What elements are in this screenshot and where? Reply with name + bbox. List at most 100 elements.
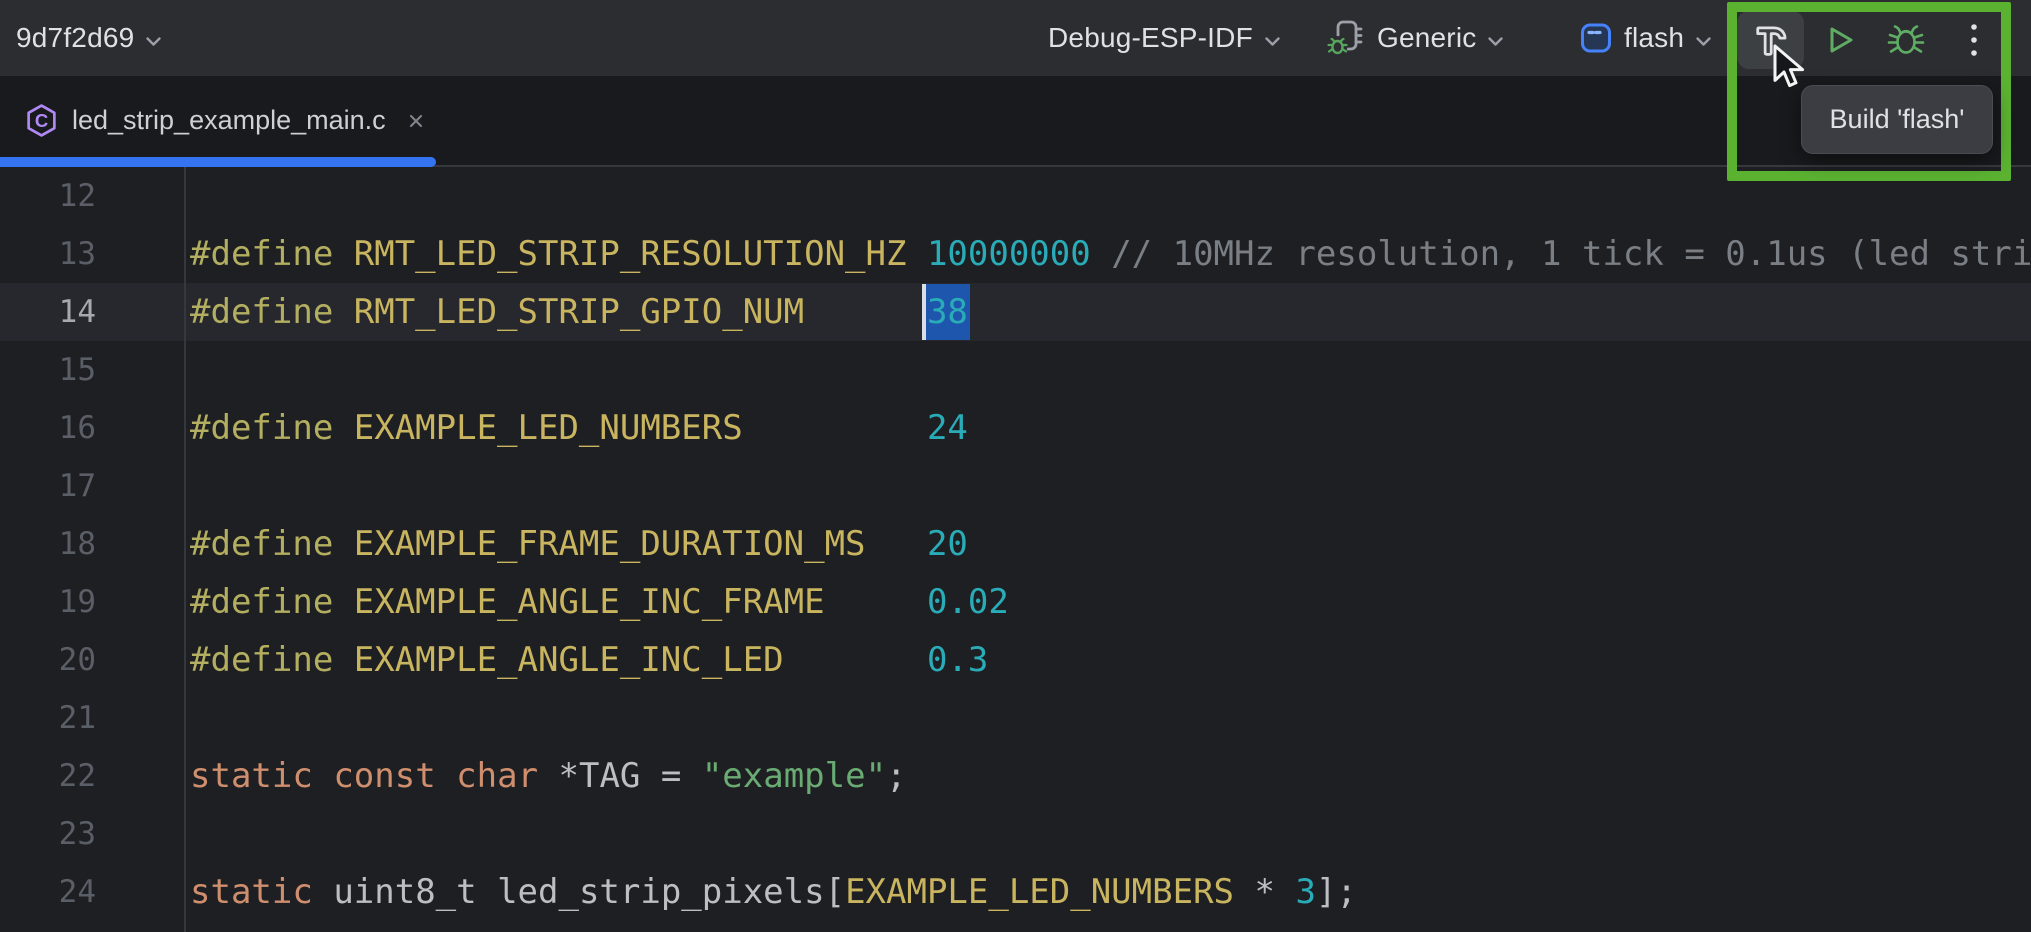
tab-close-icon[interactable] bbox=[405, 110, 427, 132]
code-token bbox=[1091, 234, 1111, 274]
code-line[interactable]: 12 bbox=[0, 167, 2031, 225]
project-selector[interactable]: 9d7f2d69 bbox=[16, 0, 162, 76]
code-token: led_strip_pixels[ bbox=[477, 872, 845, 912]
code-token bbox=[313, 872, 333, 912]
active-tab-indicator bbox=[0, 157, 436, 167]
code-token: char bbox=[456, 756, 538, 796]
code-token bbox=[313, 756, 333, 796]
code-token: EXAMPLE_FRAME_DURATION_MS bbox=[354, 524, 866, 564]
code-token: #define bbox=[190, 524, 354, 564]
code-token: #define bbox=[190, 582, 354, 622]
code-text: #define EXAMPLE_ANGLE_INC_FRAME 0.02 bbox=[190, 573, 1009, 631]
code-token: 24 bbox=[927, 408, 968, 448]
line-number[interactable]: 13 bbox=[0, 225, 96, 283]
chevron-down-icon bbox=[1695, 22, 1712, 54]
code-token bbox=[784, 640, 927, 680]
code-token bbox=[825, 582, 927, 622]
code-line[interactable]: 24 static uint8_t led_strip_pixels[EXAMPL… bbox=[0, 863, 2031, 921]
project-name: 9d7f2d69 bbox=[16, 22, 134, 54]
chevron-down-icon bbox=[1487, 22, 1504, 54]
code-token: EXAMPLE_LED_NUMBERS bbox=[354, 408, 743, 448]
code-line[interactable]: 18 #define EXAMPLE_FRAME_DURATION_MS 20 bbox=[0, 515, 2031, 573]
run-target-selector[interactable]: flash bbox=[1580, 0, 1712, 76]
code-token: EXAMPLE_ANGLE_INC_FRAME bbox=[354, 582, 825, 622]
tab-filename: led_strip_example_main.c bbox=[72, 105, 386, 136]
code-text: #define RMT_LED_STRIP_GPIO_NUM 38 bbox=[190, 283, 968, 341]
code-text: #define EXAMPLE_FRAME_DURATION_MS 20 bbox=[190, 515, 968, 573]
code-area: 1213 #define RMT_LED_STRIP_RESOLUTION_HZ … bbox=[0, 167, 2031, 921]
code-text: #define RMT_LED_STRIP_RESOLUTION_HZ 1000… bbox=[190, 225, 2031, 283]
line-number[interactable]: 16 bbox=[0, 399, 96, 457]
code-line[interactable]: 15 bbox=[0, 341, 2031, 399]
build-config-label: Debug-ESP-IDF bbox=[1048, 22, 1253, 54]
code-token bbox=[743, 408, 927, 448]
line-number[interactable]: 18 bbox=[0, 515, 96, 573]
more-actions-button[interactable] bbox=[1952, 13, 1996, 67]
code-token: 0.02 bbox=[927, 582, 1009, 622]
code-token: #define bbox=[190, 292, 354, 332]
code-text: #define EXAMPLE_LED_NUMBERS 24 bbox=[190, 399, 968, 457]
code-text: static const char *TAG = "example"; bbox=[190, 747, 907, 805]
bug-icon bbox=[1885, 19, 1927, 61]
line-number[interactable]: 21 bbox=[0, 689, 96, 747]
code-token: *TAG = bbox=[538, 756, 702, 796]
code-token: RMT_LED_STRIP_RESOLUTION_HZ bbox=[354, 234, 907, 274]
code-line[interactable]: 22 static const char *TAG = "example"; bbox=[0, 747, 2031, 805]
code-line[interactable]: 17 bbox=[0, 457, 2031, 515]
code-token bbox=[866, 524, 927, 564]
main-toolbar: 9d7f2d69 Debug-ESP-IDF Generic bbox=[0, 0, 2031, 76]
line-number[interactable]: 19 bbox=[0, 573, 96, 631]
cmake-target-icon bbox=[1580, 22, 1613, 55]
line-number[interactable]: 17 bbox=[0, 457, 96, 515]
code-token bbox=[804, 292, 927, 332]
svg-text:C: C bbox=[35, 110, 48, 131]
code-token: #define bbox=[190, 408, 354, 448]
kebab-menu-icon bbox=[1969, 21, 1979, 59]
code-token: RMT_LED_STRIP_GPIO_NUM bbox=[354, 292, 804, 332]
tab-led-strip-example-main[interactable]: C led_strip_example_main.c bbox=[0, 76, 453, 165]
code-token: const bbox=[333, 756, 435, 796]
chevron-down-icon bbox=[145, 22, 162, 54]
code-token: // 10MHz resolution, 1 tick = 0.1us (led… bbox=[1111, 234, 2031, 274]
tooltip-text: Build 'flash' bbox=[1830, 104, 1965, 135]
code-token: 20 bbox=[927, 524, 968, 564]
code-text: static uint8_t led_strip_pixels[EXAMPLE_… bbox=[190, 863, 1357, 921]
line-number[interactable]: 24 bbox=[0, 863, 96, 921]
line-number[interactable]: 14 bbox=[0, 283, 96, 341]
code-text: #define EXAMPLE_ANGLE_INC_LED 0.3 bbox=[190, 631, 988, 689]
line-number[interactable]: 20 bbox=[0, 631, 96, 689]
code-token: #define bbox=[190, 234, 354, 274]
build-config-selector[interactable]: Debug-ESP-IDF bbox=[1048, 0, 1281, 76]
editor-tab-bar: C led_strip_example_main.c bbox=[0, 76, 2031, 167]
play-icon bbox=[1822, 22, 1858, 58]
toolchain-label: Generic bbox=[1377, 22, 1476, 54]
toolchain-selector[interactable]: Generic bbox=[1326, 0, 1504, 76]
code-token: EXAMPLE_LED_NUMBERS bbox=[845, 872, 1234, 912]
c-file-icon: C bbox=[24, 103, 59, 138]
code-token: static bbox=[190, 872, 313, 912]
code-line[interactable]: 21 bbox=[0, 689, 2031, 747]
code-token: ]; bbox=[1316, 872, 1357, 912]
line-number[interactable]: 12 bbox=[0, 167, 96, 225]
code-line[interactable]: 20 #define EXAMPLE_ANGLE_INC_LED 0.3 bbox=[0, 631, 2031, 689]
code-token bbox=[906, 234, 926, 274]
run-button[interactable] bbox=[1815, 13, 1865, 67]
mouse-cursor bbox=[1772, 44, 1812, 95]
debug-button[interactable] bbox=[1878, 13, 1934, 67]
gutter-separator bbox=[184, 167, 186, 932]
code-line[interactable]: 16 #define EXAMPLE_LED_NUMBERS 24 bbox=[0, 399, 2031, 457]
run-target-label: flash bbox=[1624, 22, 1684, 54]
code-token: static bbox=[190, 756, 313, 796]
code-line[interactable]: 14 #define RMT_LED_STRIP_GPIO_NUM 38 bbox=[0, 283, 2031, 341]
code-line[interactable]: 13 #define RMT_LED_STRIP_RESOLUTION_HZ 10… bbox=[0, 225, 2031, 283]
line-number[interactable]: 15 bbox=[0, 341, 96, 399]
code-token: 0.3 bbox=[927, 640, 988, 680]
code-editor[interactable]: 1213 #define RMT_LED_STRIP_RESOLUTION_HZ … bbox=[0, 167, 2031, 932]
code-token: "example" bbox=[702, 756, 886, 796]
code-token: #define bbox=[190, 640, 354, 680]
code-line[interactable]: 19 #define EXAMPLE_ANGLE_INC_FRAME 0.02 bbox=[0, 573, 2031, 631]
line-number[interactable]: 22 bbox=[0, 747, 96, 805]
line-number[interactable]: 23 bbox=[0, 805, 96, 863]
code-line[interactable]: 23 bbox=[0, 805, 2031, 863]
code-token: EXAMPLE_ANGLE_INC_LED bbox=[354, 640, 784, 680]
